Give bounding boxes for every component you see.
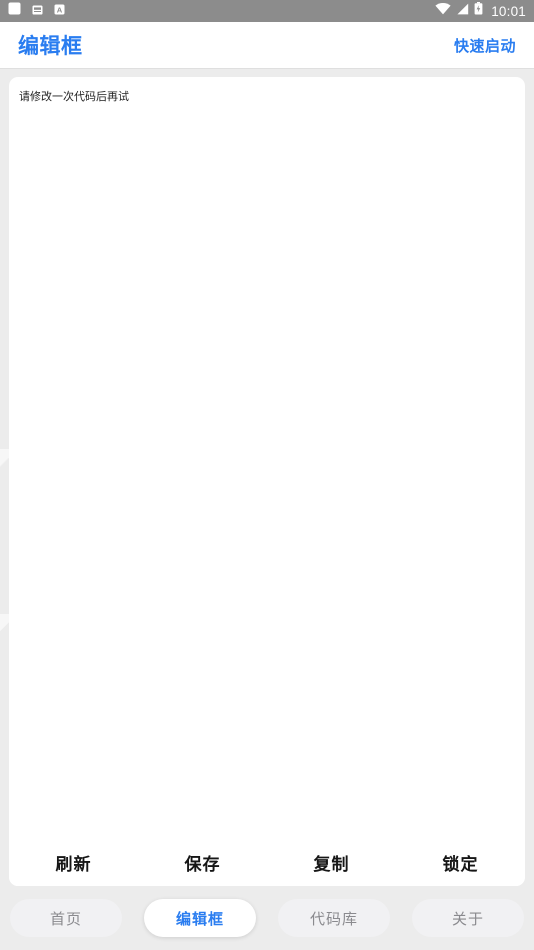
editor-card: 请修改一次代码后再试 刷新 保存 复制 锁定 (9, 77, 525, 886)
tab-home[interactable]: 首页 (10, 899, 122, 937)
page-title: 编辑框 (18, 35, 83, 58)
edge-swipe-hint-bottom (0, 614, 9, 640)
edge-swipe-hint-top (0, 449, 9, 475)
status-bar-clock: 10:01 (491, 3, 526, 19)
refresh-button[interactable]: 刷新 (9, 844, 138, 881)
status-bar-notifications: A (8, 2, 65, 20)
tab-editor[interactable]: 编辑框 (144, 899, 256, 937)
code-editor-textarea[interactable]: 请修改一次代码后再试 (9, 77, 525, 838)
battery-charging-icon (474, 2, 483, 20)
app-window: A 10:01 编辑框 快速启动 请修改一次代码后再试 刷新 保存 复制 锁定 … (0, 0, 534, 950)
svg-text:A: A (57, 5, 63, 14)
status-bar: A 10:01 (0, 0, 534, 22)
bottom-tab-bar: 首页 编辑框 代码库 关于 (0, 886, 534, 950)
wifi-icon (435, 2, 451, 20)
notification-blank-icon (8, 2, 21, 20)
save-button[interactable]: 保存 (138, 844, 267, 881)
main-content: 请修改一次代码后再试 刷新 保存 复制 锁定 (0, 69, 534, 886)
copy-button[interactable]: 复制 (267, 844, 396, 881)
tab-code-library[interactable]: 代码库 (278, 899, 390, 937)
cellular-signal-icon (456, 2, 469, 20)
app-header: 编辑框 快速启动 (0, 22, 534, 69)
lock-button[interactable]: 锁定 (396, 844, 525, 881)
notification-letter-a-icon: A (54, 2, 65, 20)
quick-start-button[interactable]: 快速启动 (454, 35, 516, 56)
status-bar-indicators: 10:01 (435, 2, 526, 20)
action-button-row: 刷新 保存 复制 锁定 (9, 838, 525, 886)
tab-about[interactable]: 关于 (412, 899, 524, 937)
notification-card-icon (32, 2, 43, 20)
